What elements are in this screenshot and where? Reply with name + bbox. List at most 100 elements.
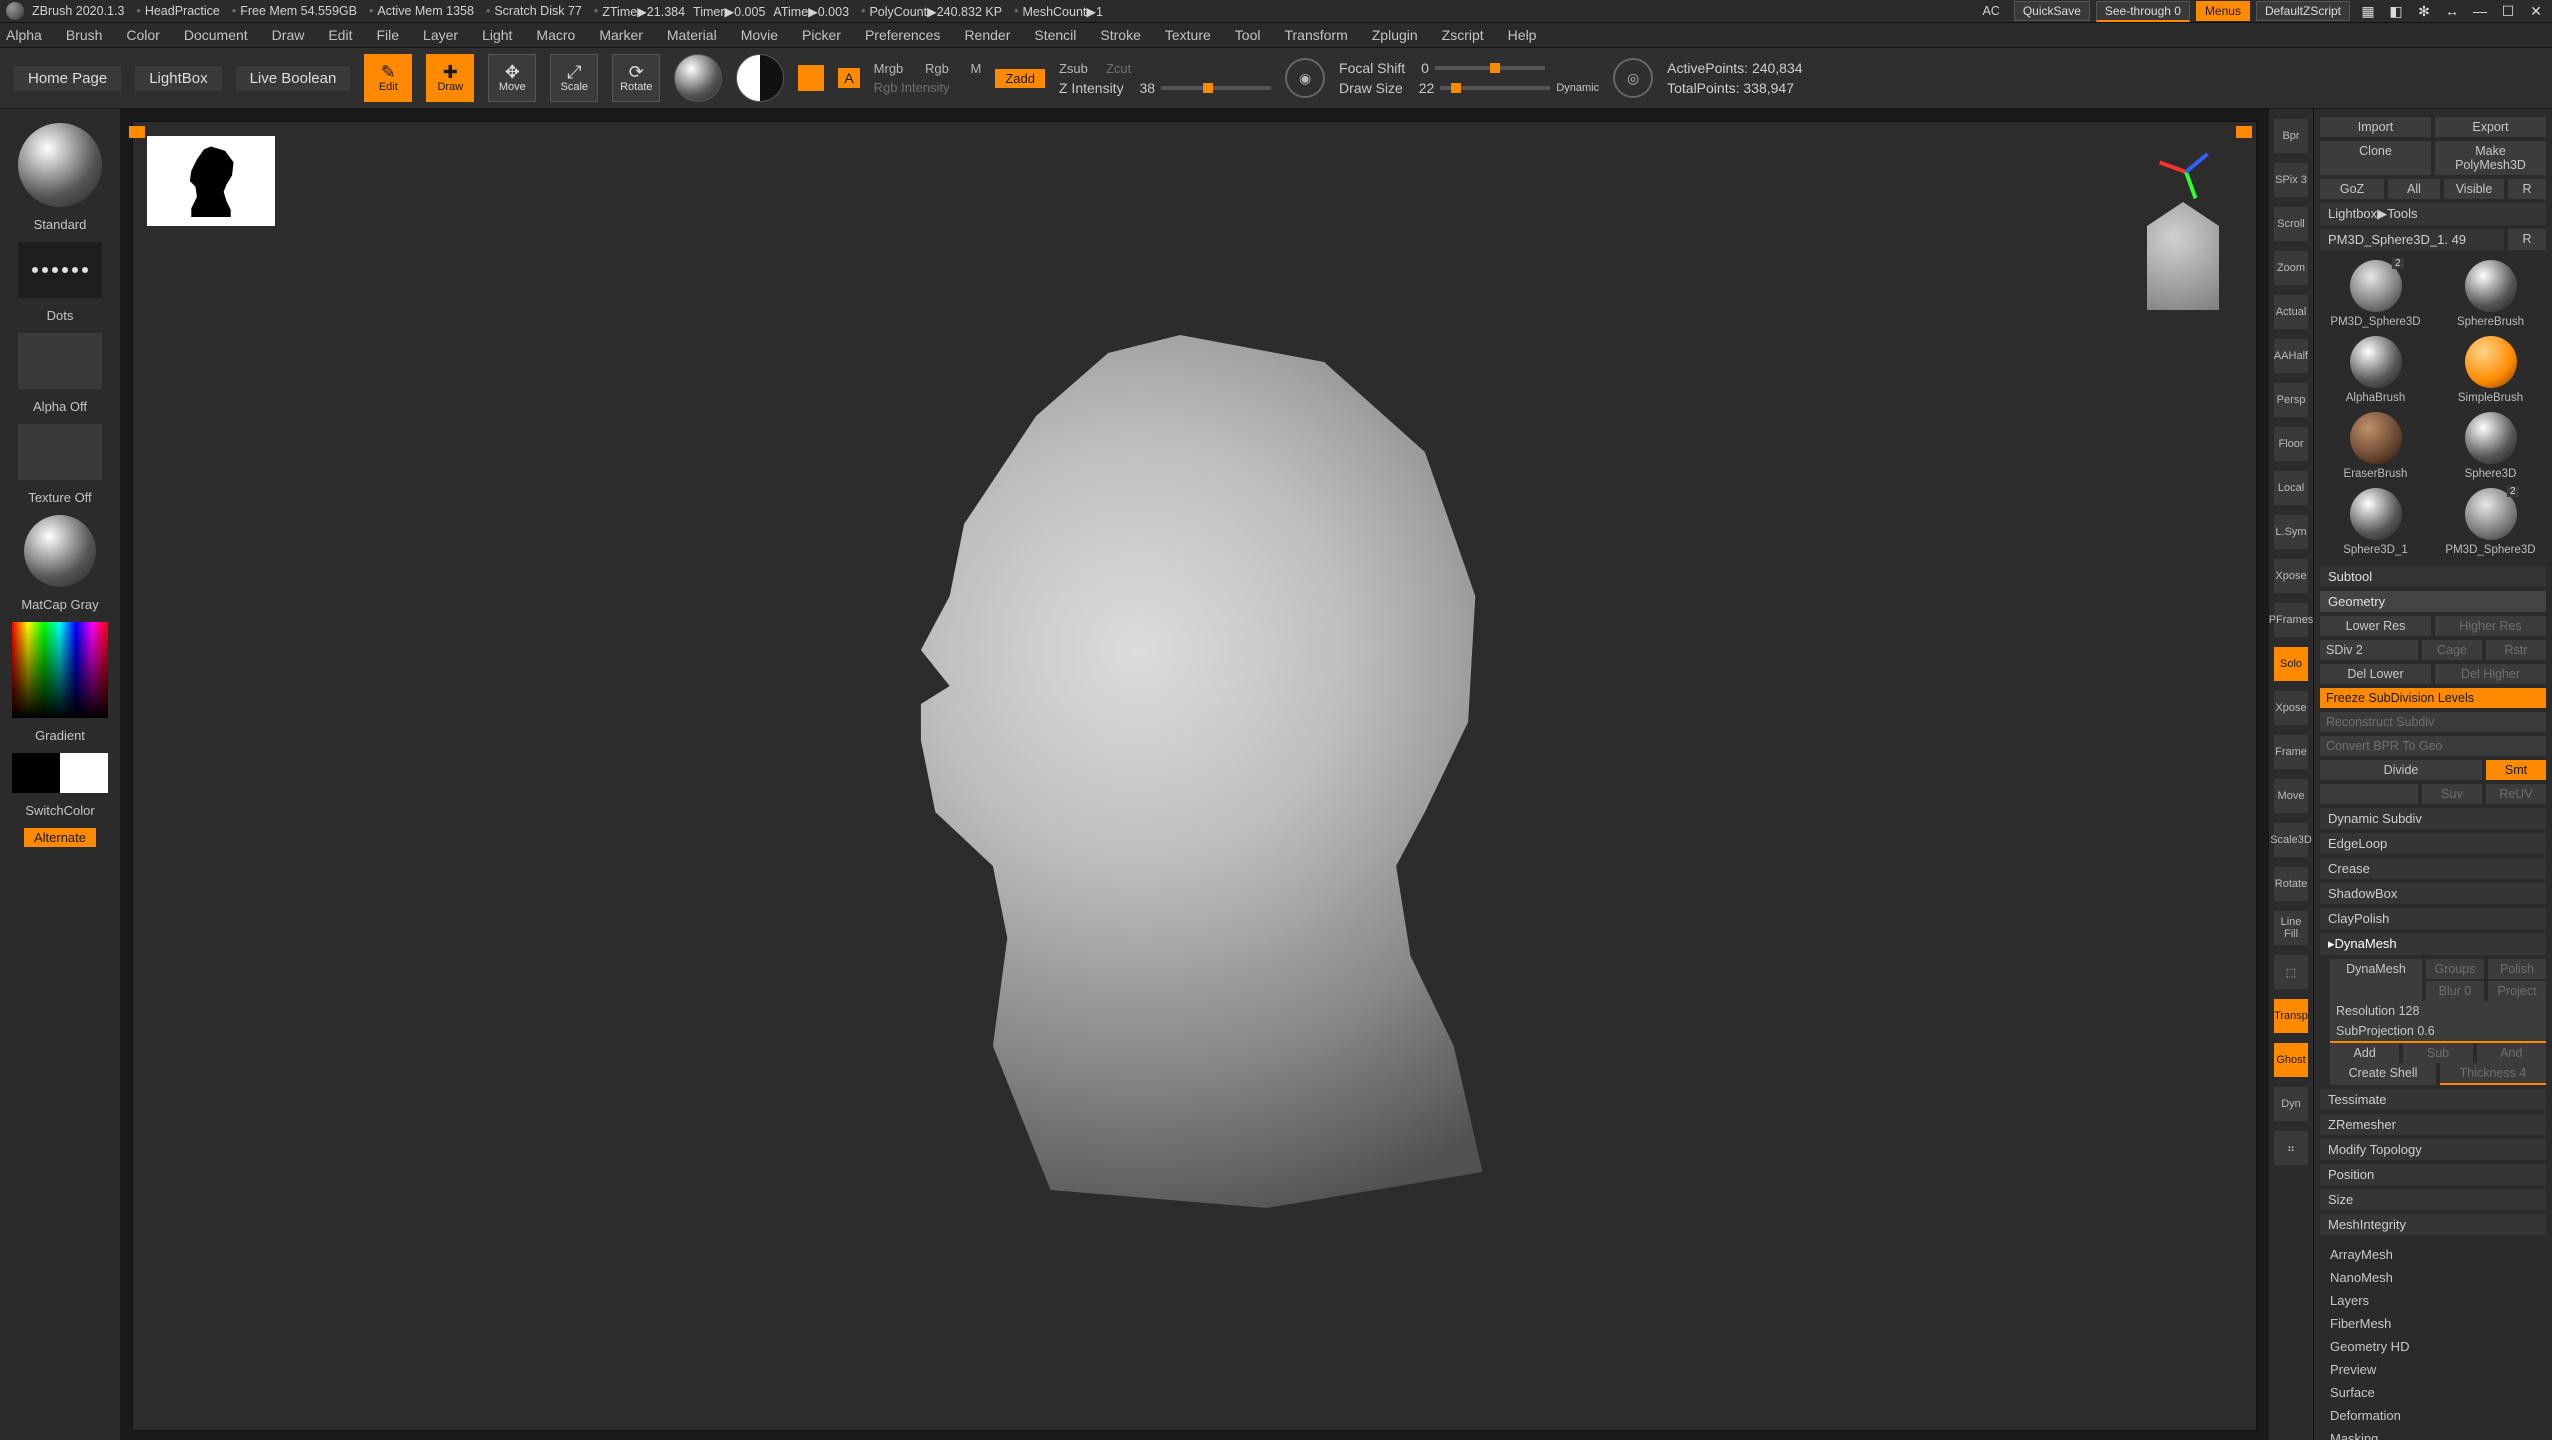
geometry-header[interactable]: Geometry (2320, 591, 2546, 612)
shelf-xpose[interactable]: Xpose (2274, 691, 2308, 725)
menu-texture[interactable]: Texture (1165, 27, 1211, 43)
shelf-ghost[interactable]: Ghost (2274, 1043, 2308, 1077)
dynamic-toggle[interactable]: Dynamic (1556, 82, 1599, 94)
rgb-button[interactable]: Rgb (925, 61, 949, 76)
stroke-selector[interactable] (18, 242, 102, 298)
blur-slider[interactable]: Blur 0 (2426, 981, 2484, 1001)
menu-picker[interactable]: Picker (802, 27, 841, 43)
menu-color[interactable]: Color (126, 27, 159, 43)
tool-thumb-eraserbrush[interactable]: EraserBrush (2322, 412, 2429, 480)
sdiv-slider[interactable]: SDiv 2 (2320, 640, 2418, 660)
menu-draw[interactable]: Draw (272, 27, 305, 43)
project-button[interactable]: Project (2488, 981, 2546, 1001)
scale-mode-button[interactable]: ⤢Scale (550, 54, 598, 102)
menu-edit[interactable]: Edit (328, 27, 352, 43)
rgb-intensity-label[interactable]: Rgb Intensity (874, 80, 982, 95)
shelf-scroll[interactable]: Scroll (2274, 207, 2308, 241)
goz-all-button[interactable]: All (2388, 179, 2440, 199)
seethrough-slider[interactable]: See-through 0 (2096, 1, 2190, 22)
mrgb-button[interactable]: Mrgb (874, 61, 904, 76)
tool-thumb-pm3d-sphere3d[interactable]: 2PM3D_Sphere3D (2322, 260, 2429, 328)
settings-icon[interactable]: ✻ (2414, 3, 2434, 20)
close-icon[interactable]: ✕ (2526, 3, 2546, 20)
section-surface[interactable]: Surface (2320, 1381, 2546, 1404)
menu-file[interactable]: File (376, 27, 399, 43)
shelf-l-sym[interactable]: L.Sym (2274, 515, 2308, 549)
edgeloop-section[interactable]: EdgeLoop (2320, 833, 2546, 854)
axis-gizmo[interactable] (2156, 140, 2216, 200)
color-swatches[interactable] (12, 753, 108, 793)
menu-preferences[interactable]: Preferences (865, 27, 940, 43)
section-deformation[interactable]: Deformation (2320, 1404, 2546, 1427)
draw-size-slider[interactable]: Draw Size 22 Dynamic (1339, 80, 1599, 96)
focal-shift-dial-icon[interactable]: ◉ (1285, 58, 1325, 98)
drag-handle-right-icon[interactable] (2236, 126, 2252, 138)
menu-document[interactable]: Document (184, 27, 248, 43)
alternate-button[interactable]: Alternate (24, 828, 96, 847)
reconstruct-subdiv-button[interactable]: Reconstruct Subdiv (2320, 712, 2546, 732)
lightbox-button[interactable]: LightBox (135, 66, 221, 91)
cage-button[interactable]: Cage (2422, 640, 2482, 660)
del-lower-button[interactable]: Del Lower (2320, 664, 2431, 684)
tool-thumb-sphere3d[interactable]: Sphere3D (2437, 412, 2544, 480)
collapse-icon[interactable]: ↔ (2442, 3, 2462, 19)
tool-thumb-alphabrush[interactable]: AlphaBrush (2322, 336, 2429, 404)
higher-res-button[interactable]: Higher Res (2435, 616, 2546, 636)
dynamic-subdiv-section[interactable]: Dynamic Subdiv (2320, 808, 2546, 829)
texture-selector[interactable] (18, 424, 102, 480)
shelf-pframes[interactable]: PFrames (2274, 603, 2308, 637)
shelf-aahalf[interactable]: AAHalf (2274, 339, 2308, 373)
menu-alpha[interactable]: Alpha (6, 27, 42, 43)
tool-thumb-sphere3d-1[interactable]: Sphere3D_1 (2322, 488, 2429, 556)
goz-r-button[interactable]: R (2508, 179, 2546, 199)
smt-button[interactable]: Smt (2486, 760, 2546, 780)
tool-thumb-simplebrush[interactable]: SimpleBrush (2437, 336, 2544, 404)
groups-button[interactable]: Groups (2426, 959, 2484, 979)
tool-name[interactable]: PM3D_Sphere3D_1. 49 (2320, 229, 2504, 250)
channel-a-swatch[interactable] (798, 65, 824, 91)
section-geometry-hd[interactable]: Geometry HD (2320, 1335, 2546, 1358)
menu-stencil[interactable]: Stencil (1034, 27, 1076, 43)
dynamic-brush-dial-icon[interactable]: ◎ (1613, 58, 1653, 98)
create-shell-button[interactable]: Create Shell (2330, 1063, 2436, 1085)
alpha-selector[interactable] (18, 333, 102, 389)
position-section[interactable]: Position (2320, 1164, 2546, 1185)
resolution-slider[interactable]: Resolution 128 (2330, 1001, 2546, 1021)
zadd-button[interactable]: Zadd (995, 69, 1045, 88)
shelf-rotate[interactable]: Rotate (2274, 867, 2308, 901)
lightbox-tools-link[interactable]: Lightbox▶Tools (2320, 203, 2546, 225)
shelf-bpr[interactable]: Bpr (2274, 119, 2308, 153)
sub-button[interactable]: Sub (2403, 1043, 2472, 1063)
subtool-header[interactable]: Subtool (2320, 566, 2546, 587)
shelf-persp[interactable]: Persp (2274, 383, 2308, 417)
size-section[interactable]: Size (2320, 1189, 2546, 1210)
switch-color-button[interactable]: SwitchColor (25, 803, 94, 818)
rstr-button[interactable]: Rstr (2486, 640, 2546, 660)
move-mode-button[interactable]: ✥Move (488, 54, 536, 102)
polish-button[interactable]: Polish (2488, 959, 2546, 979)
add-button[interactable]: Add (2330, 1043, 2399, 1063)
shelf-solo[interactable]: Solo (2274, 647, 2308, 681)
dynamesh-section-header[interactable]: ▸DynaMesh (2320, 933, 2546, 955)
divide-button[interactable]: Divide (2320, 760, 2482, 780)
shelf--[interactable]: ⬚ (2274, 955, 2308, 989)
section-fibermesh[interactable]: FiberMesh (2320, 1312, 2546, 1335)
color-picker[interactable] (12, 622, 108, 718)
draw-mode-button[interactable]: ✚Draw (426, 54, 474, 102)
dynamesh-button[interactable]: DynaMesh (2330, 959, 2422, 1001)
section-arraymesh[interactable]: ArrayMesh (2320, 1243, 2546, 1266)
menu-layer[interactable]: Layer (423, 27, 458, 43)
shelf-move[interactable]: Move (2274, 779, 2308, 813)
focal-shift-slider[interactable]: Focal Shift 0 (1339, 60, 1599, 76)
lower-res-button[interactable]: Lower Res (2320, 616, 2431, 636)
quicksave-button[interactable]: QuickSave (2014, 1, 2090, 21)
shelf-xpose[interactable]: Xpose (2274, 559, 2308, 593)
section-layers[interactable]: Layers (2320, 1289, 2546, 1312)
export-button[interactable]: Export (2435, 117, 2546, 137)
clone-button[interactable]: Clone (2320, 141, 2431, 175)
and-button[interactable]: And (2477, 1043, 2546, 1063)
shelf-line-fill[interactable]: Line Fill (2274, 911, 2308, 945)
shadowbox-section[interactable]: ShadowBox (2320, 883, 2546, 904)
modify-topology-section[interactable]: Modify Topology (2320, 1139, 2546, 1160)
shelf-dyn[interactable]: Dyn (2274, 1087, 2308, 1121)
